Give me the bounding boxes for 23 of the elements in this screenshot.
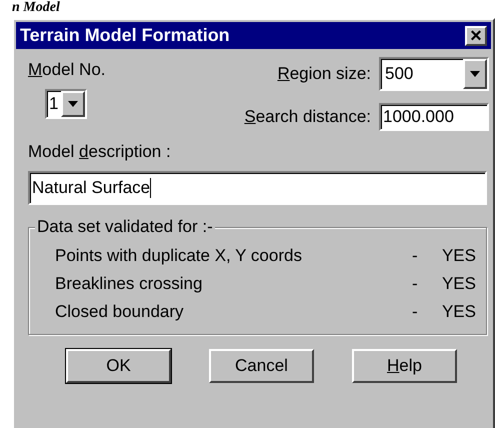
dialog-button[interactable]: Cancel	[209, 348, 314, 382]
check-label: Closed boundary	[55, 300, 185, 323]
region-size-dropdown[interactable]: 500	[379, 57, 489, 91]
dash: -	[412, 272, 419, 295]
search-distance-field[interactable]: 1000.000	[379, 103, 489, 131]
model-description-field[interactable]: Natural Surface	[28, 170, 487, 204]
caption: n Model	[12, 0, 60, 16]
model-description-label: Model description :	[28, 142, 171, 161]
check-label: Breaklines crossing	[55, 272, 204, 295]
window-title: Terrain Model Formation	[20, 24, 230, 47]
check-result: YES	[442, 272, 476, 295]
dialog-button[interactable]: OK	[66, 348, 171, 382]
model-no-label: Model No.	[28, 59, 106, 81]
dash: -	[412, 244, 419, 267]
model-no-dropdown[interactable]: 1	[45, 88, 87, 118]
search-distance-label: Search distance:	[244, 106, 371, 128]
close-button[interactable]: ×	[465, 26, 487, 46]
dash: -	[412, 300, 419, 323]
region-size-label: Region size:	[277, 63, 371, 86]
dialog-button[interactable]: Help	[352, 348, 457, 382]
check-result: YES	[442, 244, 476, 267]
check-label: Points with duplicate X, Y coords	[55, 244, 303, 267]
check-result: YES	[442, 300, 476, 323]
